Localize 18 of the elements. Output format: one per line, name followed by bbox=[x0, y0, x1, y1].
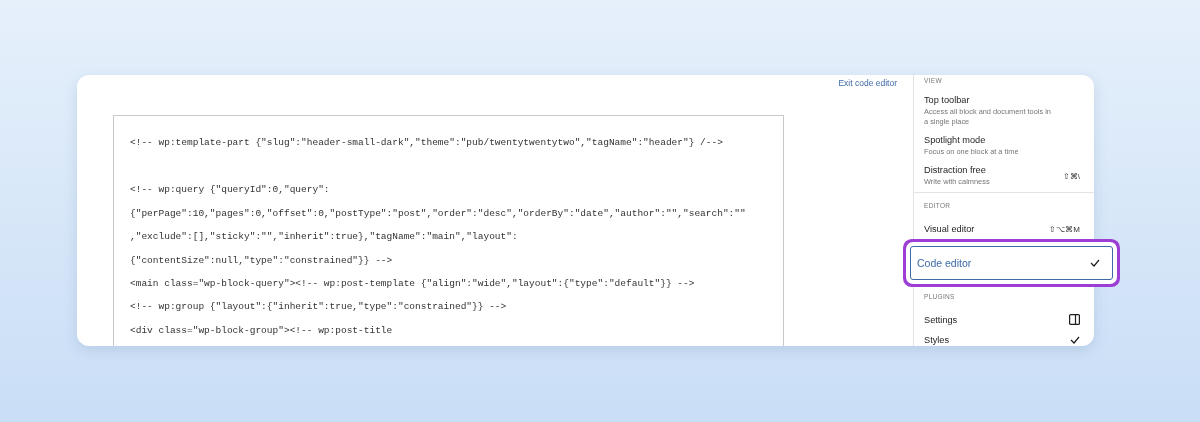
shortcut: ⇧⌘\ bbox=[1062, 171, 1080, 181]
menu-item[interactable]: Visual editor ⇧⌥⌘M bbox=[924, 221, 1080, 239]
code-line: {"contentSize":null,"type":"constrained"}} --> bbox=[130, 253, 394, 268]
sidebar-panel-icon bbox=[1069, 314, 1080, 325]
menu-item[interactable]: Settings bbox=[924, 310, 1080, 331]
code-line: <!-- wp:query {"queryId":0,"query": bbox=[130, 183, 331, 198]
menu-item[interactable]: Styles bbox=[924, 331, 1080, 351]
code-line: {"perPage":10,"pages":0,"offset":0,"postType":"post","order":"desc","orderBy":"date","author":"","search":"" bbox=[130, 206, 747, 221]
code-line: <div class="wp-block-group"><!-- wp:post-title bbox=[130, 323, 394, 338]
code-line: <main class="wp-block-query"><!-- wp:post-template {"align":"wide","layout":{"type":"default"}} --> bbox=[130, 276, 696, 291]
check-icon bbox=[1070, 336, 1080, 344]
code-line: <!-- wp:template-part {"slug":"header-small-dark","theme":"pub/twentytwentytwo","tagName":"header"} /--> bbox=[130, 136, 724, 150]
check-icon bbox=[1090, 259, 1100, 267]
code-line: <!-- wp:group {"layout":{"inherit":true,"type":"constrained"}} --> bbox=[130, 300, 508, 315]
shortcut: ⇧⌥⌘M bbox=[1049, 224, 1080, 234]
exit-code-editor-link[interactable]: Exit code editor bbox=[838, 78, 897, 115]
code-line: ,"exclude":[],"sticky":"","inherit":true},"tagName":"main","layout": bbox=[130, 230, 519, 245]
code-editor-area[interactable] bbox=[113, 115, 784, 346]
